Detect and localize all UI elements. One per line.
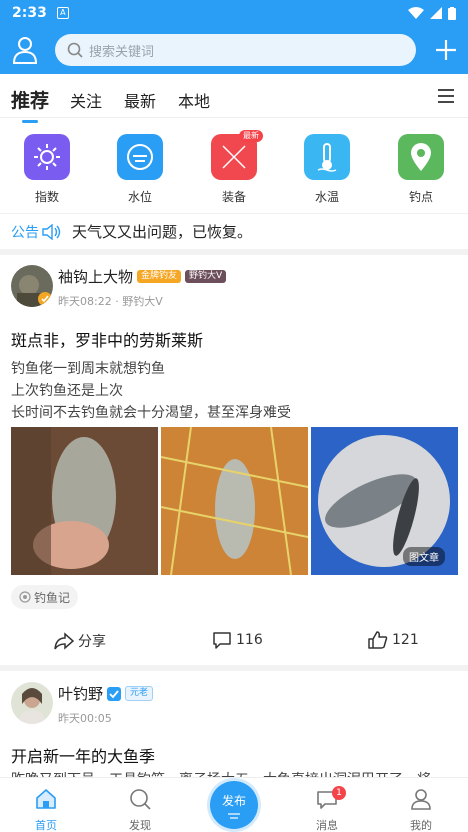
post-photo[interactable] bbox=[161, 427, 308, 575]
nav-discover[interactable]: 发现 bbox=[110, 788, 170, 832]
post-snippet: 昨晚又到下号，工具钓竿，离子扬大五，大鱼直接出洞泥巴开了，将 bbox=[11, 769, 457, 777]
profile-icon bbox=[411, 789, 431, 810]
avatar[interactable] bbox=[11, 265, 53, 307]
user-profile-icon[interactable] bbox=[12, 36, 38, 64]
tab-following[interactable]: 关注 bbox=[70, 88, 102, 112]
menu-icon[interactable] bbox=[438, 89, 454, 103]
search-icon bbox=[67, 42, 83, 58]
post-line: 钓鱼佬一到周末就想钓鱼 bbox=[11, 361, 165, 377]
nav-label: 首页 bbox=[35, 819, 57, 832]
status-bar: 2:33 A bbox=[0, 0, 468, 26]
publish-label: 发布 bbox=[221, 794, 246, 808]
post-card[interactable]: 袖钩上大物 金牌钓友 野钓大V 昨天08:22 · 野钓大V 斑点非，罗非中的劳… bbox=[0, 255, 468, 665]
thermometer-icon bbox=[304, 134, 350, 180]
comment-button[interactable]: 116 bbox=[212, 631, 263, 649]
location-pin-icon bbox=[398, 134, 444, 180]
new-tag: 最新 bbox=[239, 130, 263, 142]
feed-tabs: 推荐 关注 最新 本地 bbox=[0, 74, 468, 118]
publish-button[interactable]: 发布 bbox=[210, 781, 258, 829]
category-label: 水位 bbox=[127, 190, 152, 204]
verified-icon bbox=[107, 686, 122, 701]
tab-recommended[interactable]: 推荐 bbox=[11, 86, 49, 113]
speaker-icon bbox=[42, 223, 61, 240]
topic-icon bbox=[19, 591, 31, 603]
bottom-nav: 首页 发现 发布 消息 1 我的 bbox=[0, 777, 468, 832]
share-button[interactable]: 分享 bbox=[54, 631, 106, 651]
category-water-level[interactable]: 水位 bbox=[110, 134, 170, 205]
search-placeholder: 搜索关键词 bbox=[89, 44, 155, 60]
like-button[interactable]: 121 bbox=[368, 631, 419, 649]
topic-chip[interactable]: 钓鱼记 bbox=[11, 585, 79, 609]
post-card[interactable]: 叶钓野 元老 昨天00:05 开启新一年的大鱼季 昨晚又到下号，工具钓竿，离子扬… bbox=[0, 671, 468, 777]
post-photos: 图文章 bbox=[11, 427, 458, 575]
veteran-badge: 元老 bbox=[125, 686, 154, 701]
nav-label: 消息 bbox=[316, 819, 338, 832]
nav-messages[interactable]: 消息 bbox=[297, 788, 357, 832]
post-username-row: 叶钓野 元老 bbox=[58, 683, 154, 704]
category-grid: 指数 水位 最新 装备 水温 钓点 bbox=[0, 124, 468, 208]
category-label: 钓点 bbox=[408, 190, 433, 204]
post-line: 上次钓鱼还是上次 bbox=[11, 383, 123, 399]
post-title[interactable]: 斑点非，罗非中的劳斯莱斯 bbox=[11, 327, 203, 351]
post-username[interactable]: 叶钓野 bbox=[58, 683, 103, 704]
search-bar[interactable]: 搜索关键词 bbox=[55, 34, 416, 66]
article-badge: 图文章 bbox=[403, 547, 445, 566]
announcement-label: 公告 bbox=[11, 224, 39, 241]
battery-icon bbox=[448, 6, 456, 20]
post-meta: 昨天00:05 bbox=[58, 712, 112, 725]
announcement-text: 天气又又出问题，已恢复。 bbox=[72, 223, 253, 241]
category-fishing-spot[interactable]: 钓点 bbox=[391, 134, 451, 205]
nav-profile[interactable]: 我的 bbox=[391, 788, 451, 832]
nav-home[interactable]: 首页 bbox=[16, 788, 76, 832]
gear-equipment-icon: 最新 bbox=[211, 130, 263, 180]
category-equipment[interactable]: 最新 装备 bbox=[204, 130, 264, 205]
signal-icon bbox=[430, 7, 442, 19]
comment-icon bbox=[213, 632, 231, 649]
category-water-temp[interactable]: 水温 bbox=[297, 134, 357, 205]
avatar[interactable] bbox=[11, 682, 53, 724]
wifi-icon bbox=[408, 7, 424, 19]
thumbs-up-icon bbox=[368, 631, 388, 649]
status-time: 2:33 bbox=[12, 5, 47, 21]
post-username[interactable]: 袖钩上大物 bbox=[58, 266, 133, 287]
status-icons bbox=[408, 6, 456, 20]
app-root: 2:33 A 搜索关键词 推荐 关注 最新 本地 指数 水位 最新 装备 水温 … bbox=[0, 0, 468, 832]
post-title[interactable]: 开启新一年的大鱼季 bbox=[11, 743, 155, 767]
add-post-icon[interactable] bbox=[434, 38, 458, 62]
tab-local[interactable]: 本地 bbox=[178, 88, 210, 112]
category-label: 装备 bbox=[221, 190, 246, 204]
share-icon bbox=[54, 632, 74, 650]
topic-label: 钓鱼记 bbox=[34, 590, 71, 605]
water-level-icon bbox=[117, 134, 163, 180]
announcement-bar[interactable]: 公告 天气又又出问题，已恢复。 bbox=[0, 213, 468, 249]
nav-label: 发现 bbox=[129, 819, 151, 832]
home-icon bbox=[36, 789, 56, 809]
discover-icon bbox=[130, 789, 151, 810]
post-meta: 昨天08:22 · 野钓大V bbox=[58, 295, 163, 308]
gold-badge: 金牌钓友 bbox=[137, 270, 182, 283]
nav-label: 我的 bbox=[410, 819, 432, 832]
post-actions: 分享 116 121 bbox=[0, 631, 468, 655]
category-index[interactable]: 指数 bbox=[17, 134, 77, 205]
like-count: 121 bbox=[392, 632, 419, 648]
share-label: 分享 bbox=[78, 634, 106, 650]
sun-icon bbox=[24, 134, 70, 180]
category-label: 水温 bbox=[314, 190, 339, 204]
post-line: 长时间不去钓鱼就会十分渴望，甚至浑身难受 bbox=[11, 405, 291, 421]
top-header: 搜索关键词 bbox=[0, 26, 468, 74]
post-photo[interactable] bbox=[11, 427, 158, 575]
tab-latest[interactable]: 最新 bbox=[124, 88, 156, 112]
message-count-badge: 1 bbox=[332, 786, 346, 800]
vip-badge: 野钓大V bbox=[185, 270, 227, 283]
comment-count: 116 bbox=[236, 632, 263, 648]
post-username-row: 袖钩上大物 金牌钓友 野钓大V bbox=[58, 266, 227, 287]
post-photo[interactable]: 图文章 bbox=[311, 427, 458, 575]
publish-icon bbox=[228, 813, 240, 819]
category-label: 指数 bbox=[34, 190, 59, 204]
notification-badge: A bbox=[56, 7, 69, 19]
